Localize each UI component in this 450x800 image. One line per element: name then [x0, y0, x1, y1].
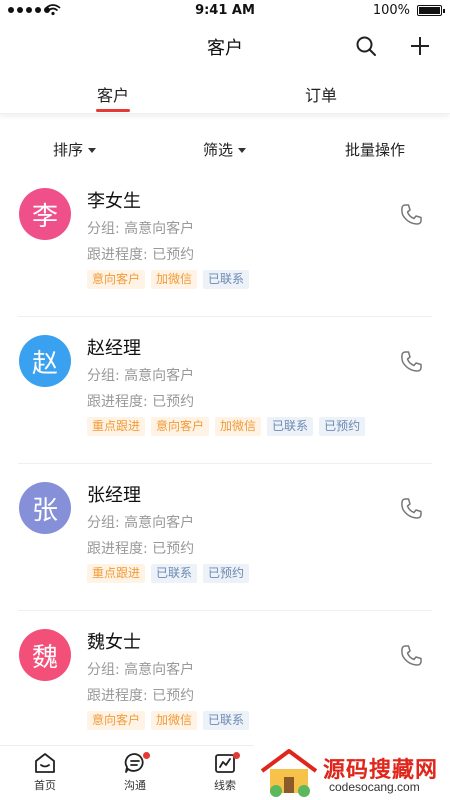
bottom-nav-home[interactable]: 首页 [15, 752, 75, 793]
avatar: 张 [19, 482, 71, 534]
sort-label: 排序 [53, 141, 84, 159]
customer-tags: 意向客户 加微信 已联系 [87, 711, 250, 730]
customer-tag: 意向客户 [87, 711, 146, 730]
customer-progress: 跟进程度: 已预约 [87, 247, 195, 263]
avatar: 魏 [19, 629, 71, 681]
bottom-nav-chat[interactable]: 沟通 [105, 752, 165, 793]
customer-name: 赵经理 [87, 338, 141, 359]
watermark-url: codesocang.com [329, 780, 420, 794]
bottom-nav-clues[interactable]: 线索 [195, 752, 255, 793]
bottom-nav-chat-label: 沟通 [124, 779, 146, 792]
customer-group: 分组: 高意向客户 [87, 662, 195, 678]
customer-progress: 跟进程度: 已预约 [87, 394, 195, 410]
customer-tag: 重点跟进 [87, 564, 146, 583]
customer-card[interactable]: 李 李女生 分组: 高意向客户 跟进程度: 已预约 意向客户 加微信 已联系 [0, 170, 450, 317]
bottom-nav-clues-label: 线索 [214, 779, 236, 792]
phone-icon[interactable] [398, 202, 424, 228]
tab-customers[interactable]: 客户 [96, 82, 130, 112]
customer-tag: 已联系 [267, 417, 314, 436]
filter-label: 筛选 [203, 141, 234, 159]
customer-group: 分组: 高意向客户 [87, 221, 195, 237]
customer-tag: 已联系 [203, 270, 250, 289]
avatar: 赵 [19, 335, 71, 387]
customer-progress: 跟进程度: 已预约 [87, 688, 195, 704]
tab-orders-label: 订单 [305, 86, 338, 105]
customer-group: 分组: 高意向客户 [87, 515, 195, 531]
caret-down-icon [88, 147, 97, 153]
customer-tag: 意向客户 [87, 270, 146, 289]
house-logo-icon [260, 749, 318, 797]
active-tab-indicator [96, 109, 130, 112]
customer-name: 魏女士 [87, 632, 141, 653]
phone-icon[interactable] [398, 496, 424, 522]
home-icon [35, 753, 55, 773]
watermark: 源码搜藏网 codesocang.com [254, 745, 450, 800]
customer-tag: 已联系 [203, 711, 250, 730]
filter-bar: 排序 筛选 批量操作 [0, 126, 450, 170]
sort-dropdown[interactable]: 排序 [53, 139, 97, 160]
phone-icon[interactable] [398, 643, 424, 669]
chat-unread-dot [143, 752, 150, 759]
customer-name: 张经理 [87, 485, 141, 506]
customer-tag: 已预约 [203, 564, 250, 583]
bottom-nav-home-label: 首页 [34, 779, 56, 792]
batch-operation-button[interactable]: 批量操作 [345, 139, 405, 160]
customer-tag: 加微信 [151, 711, 198, 730]
nav-bar: 客户 [0, 22, 450, 68]
search-icon[interactable] [354, 34, 378, 58]
customer-tags: 重点跟进 已联系 已预约 [87, 564, 250, 583]
customer-tag: 加微信 [215, 417, 262, 436]
customer-tag: 加微信 [151, 270, 198, 289]
add-icon[interactable] [408, 34, 432, 58]
customer-tag: 意向客户 [151, 417, 210, 436]
caret-down-icon [238, 147, 247, 153]
battery-icon [417, 5, 445, 16]
batch-operation-label: 批量操作 [345, 141, 406, 159]
customer-name: 李女生 [87, 191, 141, 212]
customer-card[interactable]: 张 张经理 分组: 高意向客户 跟进程度: 已预约 重点跟进 已联系 已预约 [0, 464, 450, 611]
page-title: 客户 [207, 38, 243, 59]
customer-tag: 重点跟进 [87, 417, 146, 436]
clues-unread-dot [233, 752, 240, 759]
tab-bar: 客户 订单 [0, 68, 450, 114]
customer-tag: 已预约 [319, 417, 366, 436]
customer-list: 李 李女生 分组: 高意向客户 跟进程度: 已预约 意向客户 加微信 已联系 赵 赵… [0, 170, 450, 758]
customer-card[interactable]: 魏 魏女士 分组: 高意向客户 跟进程度: 已预约 意向客户 加微信 已联系 [0, 611, 450, 758]
phone-icon[interactable] [398, 349, 424, 375]
customer-progress: 跟进程度: 已预约 [87, 541, 195, 557]
avatar: 李 [19, 188, 71, 240]
battery-percent: 100% [372, 3, 410, 18]
tab-orders[interactable]: 订单 [305, 82, 337, 106]
tab-customers-label: 客户 [97, 86, 130, 105]
filter-dropdown[interactable]: 筛选 [203, 139, 247, 160]
customer-card[interactable]: 赵 赵经理 分组: 高意向客户 跟进程度: 已预约 重点跟进 意向客户 加微信 已联系… [0, 317, 450, 464]
customer-tags: 重点跟进 意向客户 加微信 已联系 已预约 [87, 417, 366, 436]
customer-tags: 意向客户 加微信 已联系 [87, 270, 250, 289]
customer-tag: 已联系 [151, 564, 198, 583]
customer-group: 分组: 高意向客户 [87, 368, 195, 384]
status-bar: 9:41 AM 100% [0, 0, 450, 22]
